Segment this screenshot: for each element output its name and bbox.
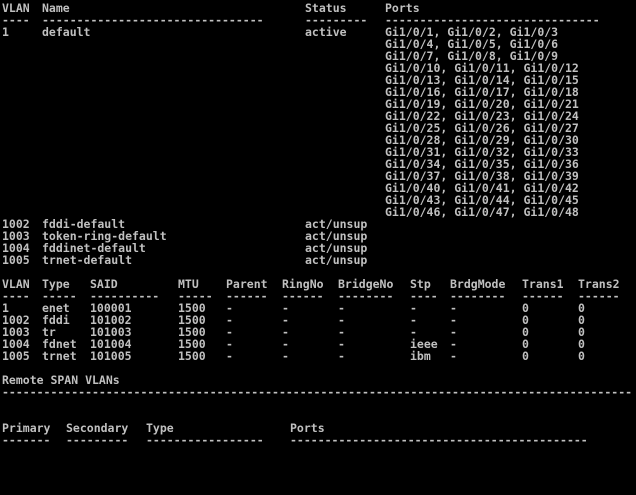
vlan-said: 101005 bbox=[90, 349, 132, 363]
vlan-trans1: 0 bbox=[522, 349, 529, 363]
rule-segment: -------- bbox=[450, 289, 506, 303]
rule-segment: ----------------- bbox=[146, 433, 264, 447]
vlan-name: default bbox=[42, 25, 91, 39]
private-vlan-rule: ------- --------- ----------------- ----… bbox=[2, 434, 634, 446]
vlan-status: act/unsup bbox=[305, 253, 368, 267]
terminal-window[interactable]: { "vlan_brief": { "headers": ["VLAN", "N… bbox=[0, 0, 636, 450]
remote-span-title: Remote SPAN VLANs bbox=[2, 373, 120, 387]
vlan-type: trnet bbox=[42, 349, 77, 363]
vlan-id: 1005 bbox=[2, 349, 30, 363]
vlan-ports: Gi1/0/46, Gi1/0/47, Gi1/0/48 bbox=[385, 205, 579, 219]
vlan-mtu: 1500 bbox=[178, 349, 206, 363]
rule-segment: --------- bbox=[66, 433, 129, 447]
vlan-parent: - bbox=[226, 349, 233, 363]
vlan-id: 1 bbox=[2, 25, 9, 39]
vlan-bridgeno: - bbox=[338, 349, 345, 363]
remote-span-rule: ----------------------------------------… bbox=[2, 386, 632, 398]
vlan-id: 1005 bbox=[2, 253, 30, 267]
rule-segment: ------- bbox=[2, 433, 51, 447]
rule-segment: -------- bbox=[338, 289, 394, 303]
vlan-brdgmode: - bbox=[450, 349, 457, 363]
vlan-stp: ibm bbox=[410, 349, 431, 363]
vlan-name: trnet-default bbox=[42, 253, 133, 267]
vlan-status: active bbox=[305, 25, 347, 39]
vlan-ringno: - bbox=[282, 349, 289, 363]
rule-segment: ----------------------------------------… bbox=[290, 433, 588, 447]
vlan-trans2: 0 bbox=[578, 349, 585, 363]
